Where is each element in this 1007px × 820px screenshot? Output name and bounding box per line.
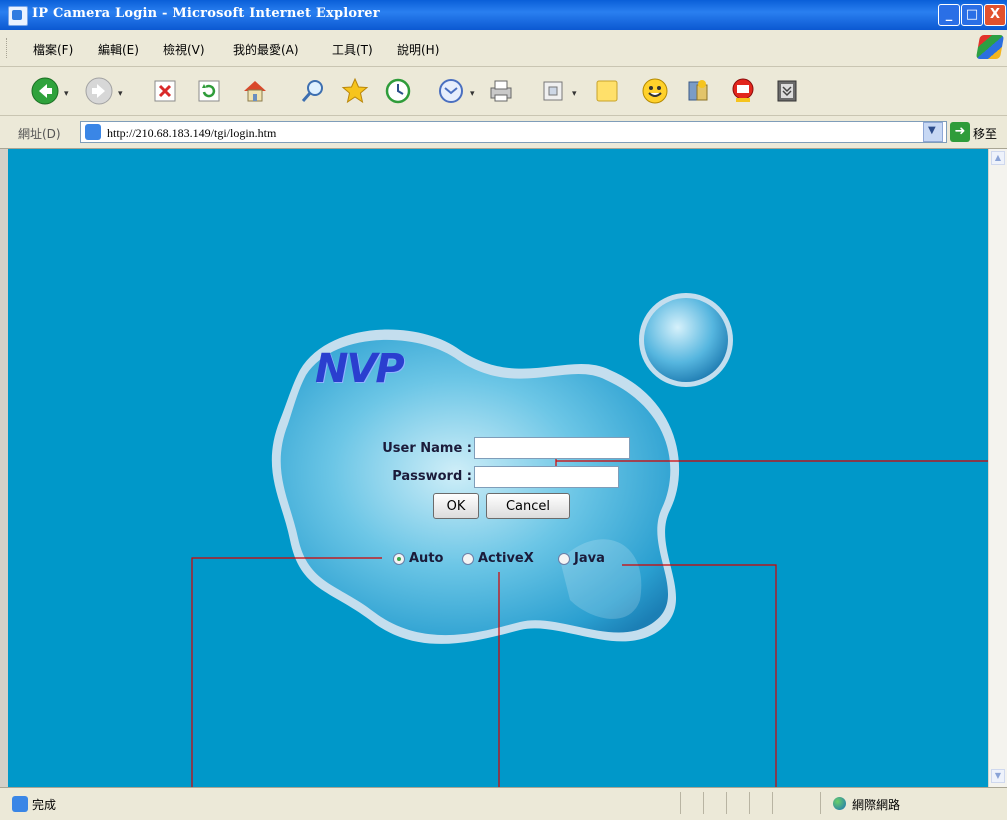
ie-app-icon [8,6,28,26]
forward-icon[interactable] [84,76,114,106]
window-title: IP Camera Login - Microsoft Internet Exp… [32,6,380,21]
menu-grip [6,38,10,58]
address-dropdown-button[interactable]: ▼ [923,122,943,142]
mode-java-label: Java [574,551,605,566]
status-divider [772,792,773,814]
status-bar: 完成 網際網路 [0,787,1007,820]
stop-icon[interactable] [150,76,180,106]
minimize-button[interactable]: _ [938,4,960,26]
forward-dropdown-icon[interactable]: ▾ [118,89,123,99]
title-bar: IP Camera Login - Microsoft Internet Exp… [0,0,1007,30]
research-icon[interactable] [683,76,713,106]
menu-icon[interactable] [772,76,802,106]
scroll-up-icon[interactable]: ▲ [991,151,1005,165]
menu-tools[interactable]: 工具(T) [332,41,373,58]
address-label: 網址(D) [18,127,61,141]
mail-icon[interactable] [436,76,466,106]
chevron-down-icon: ▼ [928,125,936,136]
maximize-icon: □ [965,7,979,22]
scroll-down-icon[interactable]: ▼ [991,769,1005,783]
mode-activex-label: ActiveX [478,551,534,566]
print-icon[interactable] [486,76,516,106]
status-divider [749,792,750,814]
back-dropdown-icon[interactable]: ▾ [64,89,69,99]
home-icon[interactable] [240,76,270,106]
edit-icon[interactable] [538,76,568,106]
status-text: 完成 [32,798,57,812]
status-divider [726,792,727,814]
go-button-label[interactable]: 移至 [973,125,997,142]
mode-auto-label: Auto [409,551,444,566]
edit-dropdown-icon[interactable]: ▾ [572,89,577,99]
messenger-icon[interactable] [640,76,670,106]
plugin-icon[interactable] [728,76,758,106]
toolbar: ▾ ▾ ▾ ▾ [0,67,1007,116]
menu-edit[interactable]: 編輯(E) [98,41,139,58]
menu-file[interactable]: 檔案(F) [33,41,73,58]
mail-dropdown-icon[interactable]: ▾ [470,89,475,99]
back-icon[interactable] [30,76,60,106]
radio-selected-icon[interactable] [393,553,405,565]
menu-bar: 檔案(F) 編輯(E) 檢視(V) 我的最愛(A) 工具(T) 說明(H) [0,30,1007,67]
address-url[interactable]: http://210.68.183.149/tgi/login.htm [107,126,276,141]
close-button[interactable]: X [984,4,1006,26]
menu-view[interactable]: 檢視(V) [163,41,205,58]
internet-zone-icon [833,797,846,810]
security-zone-label: 網際網路 [852,798,901,812]
search-icon[interactable] [298,76,328,106]
address-input[interactable]: http://210.68.183.149/tgi/login.htm [80,121,947,143]
favorites-icon[interactable] [340,76,370,106]
maximize-button[interactable]: □ [961,4,983,26]
refresh-icon[interactable] [194,76,224,106]
username-input[interactable] [474,437,630,459]
cancel-button[interactable]: Cancel [486,493,570,519]
history-icon[interactable] [383,76,413,106]
radio-unselected-icon[interactable] [462,553,474,565]
page-done-icon [12,796,28,812]
ok-button[interactable]: OK [433,493,479,519]
page-icon [85,124,101,140]
nvp-logo: NVP [315,346,405,392]
password-label: Password : [392,469,472,484]
windows-logo-icon [975,35,1005,59]
notes-icon[interactable] [592,76,622,106]
radio-unselected-icon[interactable] [558,553,570,565]
menu-help[interactable]: 說明(H) [397,41,439,58]
status-divider [680,792,681,814]
vertical-scrollbar[interactable]: ▲ ▼ [988,149,1007,787]
go-arrow-icon[interactable]: ➜ [950,122,970,142]
status-divider [703,792,704,814]
password-input[interactable] [474,466,619,488]
menu-favorites[interactable]: 我的最愛(A) [233,41,299,58]
username-label: User Name : [382,441,472,456]
minimize-icon: _ [945,7,953,22]
close-icon: X [989,7,1001,22]
status-divider [820,792,821,814]
address-bar: 網址(D) http://210.68.183.149/tgi/login.ht… [0,116,1007,149]
